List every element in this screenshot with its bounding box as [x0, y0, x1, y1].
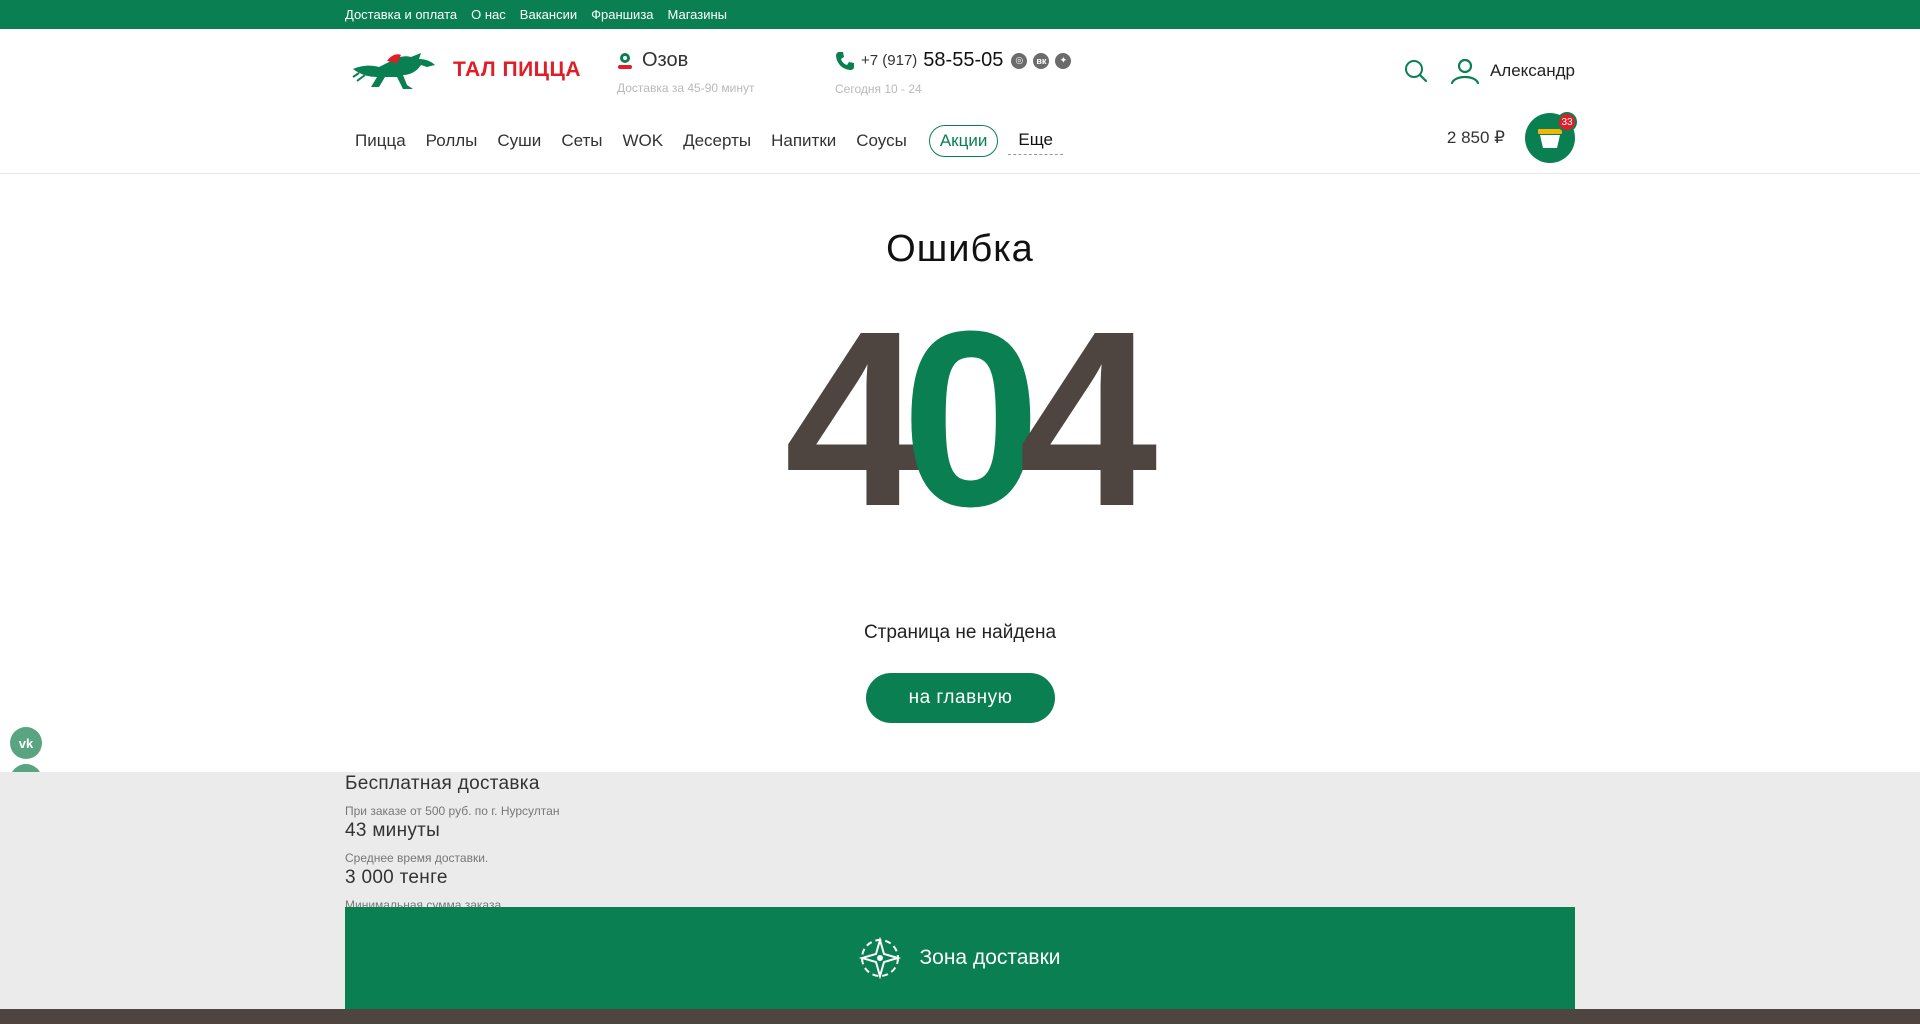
min-sum-title: 3 000 тенге — [345, 867, 448, 888]
phone-number[interactable]: 58-55-05 — [923, 49, 1003, 72]
phone-code: +7 (917) — [861, 52, 918, 69]
menu-item-desserts[interactable]: Десерты — [673, 125, 761, 157]
home-button[interactable]: на главную — [866, 673, 1055, 723]
delivery-zone-label: Зона доставки — [919, 946, 1061, 969]
cart: 2 850 ₽ 33 — [1446, 112, 1577, 163]
error-digit-2: 0 — [901, 279, 1040, 558]
menu-item-drinks[interactable]: Напитки — [761, 125, 846, 157]
free-delivery-title: Бесплатная доставка — [345, 773, 540, 794]
phone-icon — [836, 51, 854, 70]
error-digit-3: 4 — [1018, 279, 1158, 558]
error-code: 404 — [0, 294, 1920, 544]
topbar-link-vacancies[interactable]: Вакансии — [520, 7, 577, 22]
city-selector[interactable]: Озов Доставка за 45-90 минут — [617, 49, 754, 95]
logo[interactable]: ТАЛ ПИЦЦА — [351, 47, 581, 93]
working-hours: Сегодня 10 - 24 — [835, 82, 922, 96]
menu-item-sets[interactable]: Сеты — [551, 125, 612, 157]
error-message: Страница не найдена — [863, 622, 1057, 643]
error-page: Ошибка 404 Страница не найдена на главну… — [0, 174, 1920, 907]
top-bar: Доставка и оплата О нас Вакансии Франшиз… — [0, 0, 1920, 29]
main-menu: Пицца Роллы Суши Сеты WOK Десерты Напитк… — [345, 125, 1063, 157]
menu-item-sauces[interactable]: Соусы — [846, 125, 917, 157]
horse-logo-icon — [352, 53, 435, 89]
header: ТАЛ ПИЦЦА Озов Доставка за 45-90 минут +… — [0, 29, 1920, 174]
tripadvisor-icon[interactable]: ✦ — [1055, 52, 1072, 69]
menu-item-sushi[interactable]: Суши — [487, 125, 551, 157]
vk-icon[interactable]: vk — [10, 727, 42, 759]
error-digit-1: 4 — [784, 279, 923, 558]
avg-time-note: Среднее время доставки. — [345, 851, 489, 865]
delivery-time-note: Доставка за 45-90 минут — [617, 81, 755, 95]
topbar-link-stores[interactable]: Магазины — [668, 7, 728, 22]
topbar-link-franchise[interactable]: Франшиза — [591, 7, 653, 22]
footer-edge — [0, 1009, 1920, 1024]
phone-block: +7 (917) 58-55-05 ◎ вк ✦ Сегодня 10 - 24 — [835, 49, 1072, 96]
avg-time-title: 43 минуты — [345, 820, 441, 841]
menu-item-wok[interactable]: WOK — [612, 125, 673, 157]
menu-item-rolls[interactable]: Роллы — [416, 125, 488, 157]
user-name: Александр — [1489, 61, 1575, 80]
user-icon — [1450, 58, 1480, 85]
menu-item-more[interactable]: Еще — [1008, 127, 1063, 155]
cart-sum: 2 850 ₽ — [1446, 128, 1505, 147]
brand-name: ТАЛ ПИЦЦА — [453, 58, 582, 81]
city-name: Озов — [642, 49, 689, 71]
delivery-zone-button[interactable]: Зона доставки — [345, 907, 1575, 1009]
free-delivery-note: При заказе от 500 руб. по г. Нурсултан — [345, 804, 560, 818]
location-pin-icon — [618, 52, 632, 69]
topbar-link-about[interactable]: О нас — [471, 7, 506, 22]
menu-item-pizza[interactable]: Пицца — [345, 125, 416, 157]
user-account[interactable]: Александр — [1450, 57, 1575, 85]
cart-basket-icon — [1538, 129, 1562, 148]
topbar-link-delivery[interactable]: Доставка и оплата — [345, 7, 457, 22]
instagram-icon[interactable]: ◎ — [1011, 52, 1028, 69]
cart-count-badge: 33 — [1557, 112, 1577, 132]
menu-item-promo[interactable]: Акции — [928, 125, 999, 157]
page-title: Ошибка — [886, 228, 1034, 270]
cart-button[interactable]: 33 — [1525, 112, 1577, 163]
compass-icon — [859, 937, 902, 979]
vk-icon[interactable]: вк — [1033, 52, 1050, 69]
search-icon[interactable] — [1404, 59, 1428, 83]
